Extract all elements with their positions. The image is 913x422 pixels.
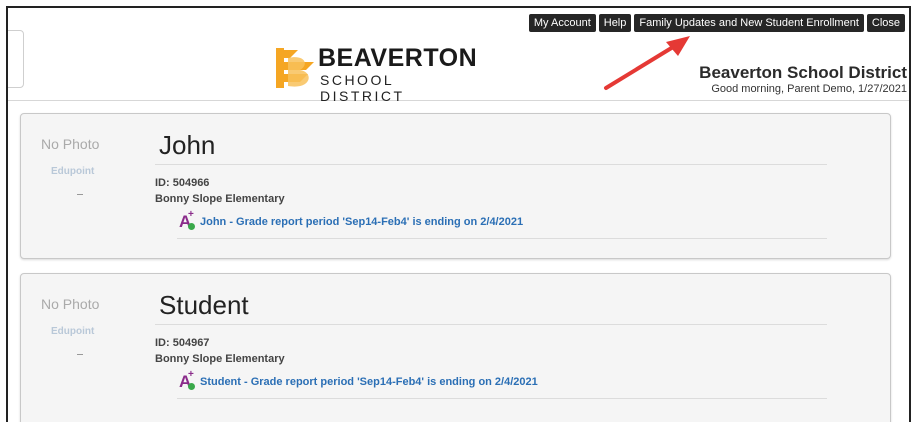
side-tab[interactable] xyxy=(8,30,24,88)
student-card: No Photo Edupoint Student ID: 504967 Bon… xyxy=(20,273,891,422)
district-logo: BEAVERTON SCHOOL DISTRICT xyxy=(274,44,478,104)
red-arrow-annotation xyxy=(604,36,690,90)
student-id: ID: 504967 xyxy=(155,337,210,349)
district-title: Beaverton School District xyxy=(699,63,907,82)
beaverton-logo-icon xyxy=(276,48,314,88)
logo-line-1: BEAVERTON xyxy=(318,44,478,72)
greeting-text: Good morning, Parent Demo, 1/27/2021 xyxy=(711,83,907,95)
close-button[interactable]: Close xyxy=(866,14,905,32)
top-nav: My Account Help Family Updates and New S… xyxy=(528,14,905,32)
grade-report-icon: A + xyxy=(179,369,195,391)
student-name[interactable]: Student xyxy=(159,290,249,321)
grade-report-icon: A + xyxy=(179,209,195,231)
no-photo-placeholder: No Photo xyxy=(41,296,100,312)
student-school: Bonny Slope Elementary xyxy=(155,353,285,365)
divider xyxy=(177,398,827,399)
grade-report-alert: A + Student - Grade report period 'Sep14-… xyxy=(179,369,538,391)
divider xyxy=(177,238,827,239)
grade-report-link[interactable]: John - Grade report period 'Sep14-Feb4' … xyxy=(200,216,523,228)
student-id: ID: 504966 xyxy=(155,177,210,189)
divider xyxy=(155,324,827,325)
header: My Account Help Family Updates and New S… xyxy=(8,8,909,104)
edupoint-watermark: Edupoint xyxy=(51,166,95,177)
no-photo-placeholder: No Photo xyxy=(41,136,100,152)
edupoint-watermark: Edupoint xyxy=(51,326,95,337)
student-name[interactable]: John xyxy=(159,130,215,161)
student-school: Bonny Slope Elementary xyxy=(155,193,285,205)
my-account-button[interactable]: My Account xyxy=(528,14,596,32)
photo-mark xyxy=(77,354,83,355)
app-frame: My Account Help Family Updates and New S… xyxy=(6,6,911,422)
divider xyxy=(155,164,827,165)
grade-report-alert: A + John - Grade report period 'Sep14-Feb… xyxy=(179,209,523,231)
photo-mark xyxy=(77,194,83,195)
grade-report-link[interactable]: Student - Grade report period 'Sep14-Feb… xyxy=(200,376,538,388)
student-card: No Photo Edupoint John ID: 504966 Bonny … xyxy=(20,113,891,259)
logo-line-2: SCHOOL DISTRICT xyxy=(320,72,405,104)
